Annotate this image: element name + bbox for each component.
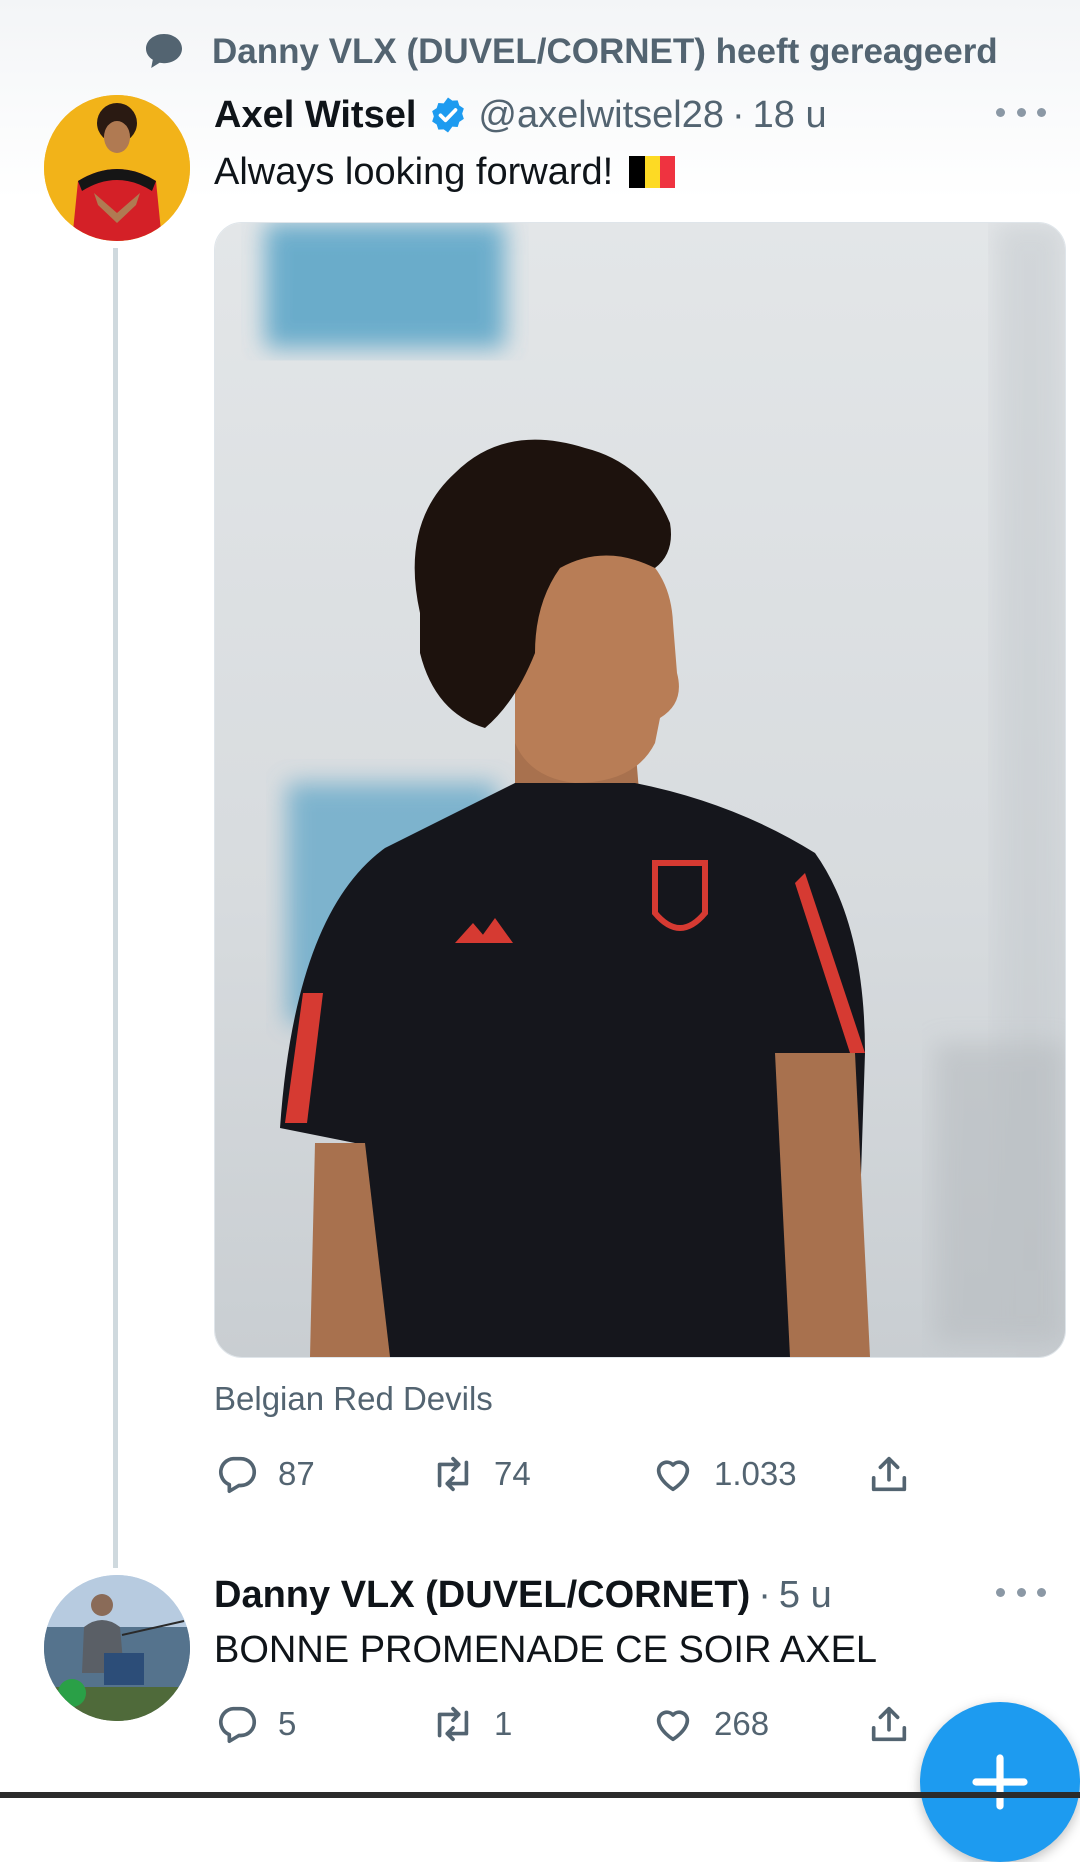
reply-retweet-button[interactable]: 1 [430,1694,512,1754]
reply-reply-button[interactable]: 5 [214,1694,296,1754]
social-context-text: Danny VLX (DUVEL/CORNET) heeft gereageer… [212,32,998,71]
reply-meta-separator: · [758,1573,771,1616]
like-count: 1.033 [714,1455,797,1492]
reply-author-avatar[interactable] [44,1575,190,1721]
compose-button[interactable] [920,1702,1080,1862]
plus-icon [972,1754,1028,1810]
share-button[interactable] [866,1444,912,1504]
heart-icon [656,1460,690,1492]
reply-button[interactable]: 87 [214,1444,315,1504]
reply-more-options-icon[interactable] [996,1582,1046,1602]
retweet-button[interactable]: 74 [430,1444,531,1504]
retweet-icon [437,1706,469,1742]
belgium-flag-icon [629,156,676,188]
reply-icon [219,1706,257,1744]
photo-tag[interactable]: Belgian Red Devils [214,1380,493,1418]
reply-share-button[interactable] [866,1694,912,1754]
share-icon [871,1706,907,1742]
reply-like-button[interactable]: 268 [650,1694,769,1754]
tweet-actions: 87 74 1.033 [214,1444,934,1504]
reply-text: BONNE PROMENADE CE SOIR AXEL [214,1628,878,1671]
more-options-icon[interactable] [996,102,1046,122]
reply-count: 87 [278,1455,315,1492]
meta-separator: · [731,93,745,136]
reply-timestamp[interactable]: 5 u [779,1574,832,1617]
player-photo-image [215,223,1065,1357]
tweet-timestamp[interactable]: 18 u [753,94,827,137]
author-avatar[interactable] [44,95,190,241]
reply-avatar-image [44,1575,190,1721]
verified-badge-icon [432,97,465,133]
author-name[interactable]: Axel Witsel [214,94,416,137]
reply-like-count: 268 [714,1705,770,1742]
like-button[interactable]: 1.033 [650,1444,797,1504]
tweet-text-content: Always looking forward! [214,150,614,193]
reply-icon [219,1456,257,1494]
reply-reply-count: 5 [278,1705,297,1742]
system-bottom-bar [0,1792,1080,1798]
retweet-count: 74 [494,1455,531,1492]
reply-retweet-count: 1 [494,1705,513,1742]
tweet-photo[interactable] [214,222,1066,1358]
author-handle[interactable]: @axelwitsel28 [478,94,724,137]
tweet-header: Axel Witsel @axelwitsel28 · 18 u [214,88,827,142]
share-icon [871,1456,907,1492]
reply-author-name[interactable]: Danny VLX (DUVEL/CORNET) [214,1574,750,1617]
tweet-text: Always looking forward! [214,142,676,202]
thread-connector-line [113,248,118,1568]
reply-header: Danny VLX (DUVEL/CORNET) · 5 u [214,1568,832,1622]
reply-actions: 5 1 268 [214,1694,934,1754]
heart-icon [656,1710,690,1742]
avatar-image [44,95,190,241]
retweet-icon [437,1456,469,1492]
speech-bubble-icon [146,34,182,68]
social-context[interactable]: Danny VLX (DUVEL/CORNET) heeft gereageer… [140,28,998,76]
